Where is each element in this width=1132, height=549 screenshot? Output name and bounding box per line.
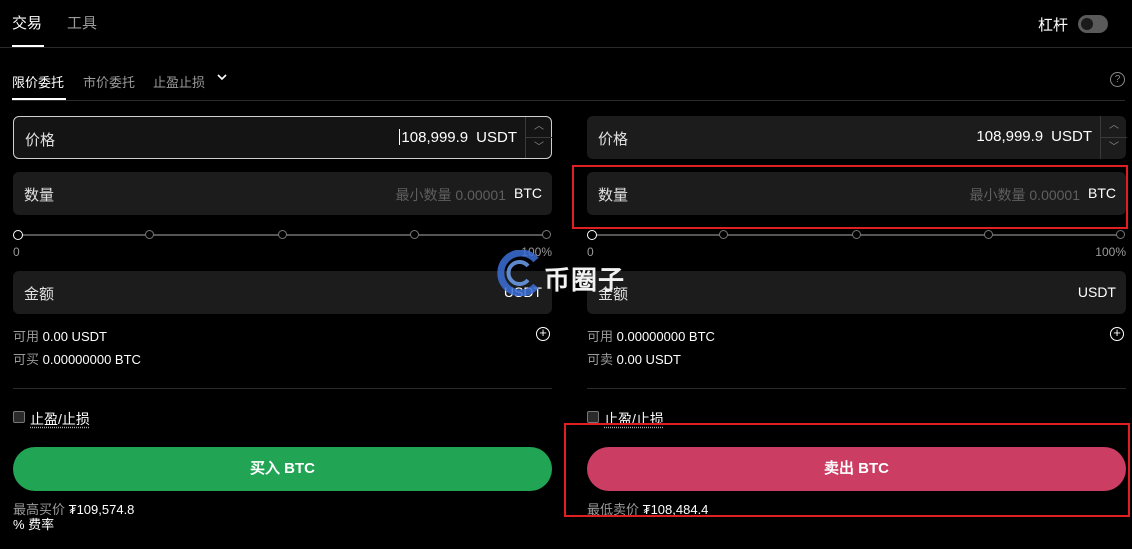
sell-price-field[interactable]: 价格 108,999.9 USDT ︿ ﹀: [587, 116, 1127, 160]
chevron-up-icon[interactable]: ︿: [526, 117, 552, 138]
buy-tpsl-option[interactable]: 止盈/止损: [13, 409, 552, 429]
chevron-up-icon[interactable]: ︿: [1101, 116, 1127, 138]
max-sell-label: 可卖: [587, 352, 614, 367]
price-label: 价格: [25, 132, 56, 149]
chevron-down-icon[interactable]: ﹀: [1101, 138, 1127, 160]
leverage-label: 杠杆: [1038, 17, 1069, 34]
tpsl-checkbox[interactable]: [587, 411, 599, 423]
best-buy-price-value: ₮109,574.8: [68, 502, 135, 517]
buy-quantity-slider[interactable]: 0 100%: [13, 225, 552, 265]
quantity-label: 数量: [24, 187, 55, 204]
quantity-placeholder: 最小数量 0.00001: [395, 187, 507, 203]
slider-step-100[interactable]: [542, 230, 551, 239]
max-buy-value: 0.00000000 BTC: [42, 352, 141, 367]
price-label: 价格: [598, 131, 629, 148]
slider-step-50[interactable]: [278, 230, 287, 239]
quantity-unit: BTC: [514, 185, 542, 201]
order-type-tabs: 限价委托 市价委托 止盈止损 ?: [0, 60, 1132, 102]
add-funds-icon[interactable]: +: [536, 326, 550, 341]
sell-amount-field[interactable]: 金额 USDT: [587, 271, 1126, 314]
watermark: 币圈子: [492, 249, 642, 297]
available-balance: 可用 0.00 USDT: [13, 326, 107, 345]
slider-step-25[interactable]: [719, 230, 728, 239]
tab-trade[interactable]: 交易: [12, 12, 42, 33]
slider-handle[interactable]: [587, 230, 597, 240]
slider-step-50[interactable]: [852, 230, 861, 239]
price-unit: USDT: [476, 129, 517, 146]
tab-market-order[interactable]: 市价委托: [83, 72, 135, 91]
price-stepper[interactable]: ︿ ﹀: [1100, 116, 1127, 160]
add-funds-icon[interactable]: +: [1110, 326, 1124, 341]
available-balance: 可用 0.00000000 BTC: [587, 326, 715, 345]
max-sell: 可卖 0.00 USDT: [587, 349, 681, 368]
tab-tpsl-order[interactable]: 止盈止损: [153, 72, 205, 91]
highlight-box-sell: [564, 423, 1130, 517]
best-buy-price: 最高买价 ₮109,574.8: [13, 499, 552, 518]
slider-step-100[interactable]: [1116, 230, 1125, 239]
watermark-text: 币圈子: [544, 265, 626, 295]
tab-tools[interactable]: 工具: [67, 12, 97, 33]
amount-unit: USDT: [1077, 284, 1116, 300]
toggle-knob: [1081, 18, 1093, 30]
max-buy: 可买 0.00000000 BTC: [13, 349, 141, 368]
buy-btc-button[interactable]: 买入 BTC: [13, 447, 552, 491]
active-tab-indicator: [12, 45, 44, 47]
buy-quantity-field[interactable]: 数量 最小数量 0.00001 BTC: [13, 172, 552, 215]
slider-step-75[interactable]: [410, 230, 419, 239]
buy-amount-field[interactable]: 金额 USDT: [13, 271, 552, 314]
tpsl-checkbox[interactable]: [13, 411, 25, 423]
price-stepper[interactable]: ︿ ﹀: [525, 117, 552, 159]
available-value: 0.00 USDT: [42, 329, 107, 344]
buy-price-value[interactable]: 108,999.9 USDT: [399, 129, 517, 146]
available-label: 可用: [587, 329, 614, 344]
help-icon[interactable]: ?: [1110, 72, 1125, 87]
fee-rate-link[interactable]: % 费率: [13, 514, 54, 533]
slider-step-75[interactable]: [984, 230, 993, 239]
buy-panel: 价格 108,999.9 USDT ︿ ﹀ 数量 最小数量 0.00001 BTC…: [13, 116, 552, 518]
divider: [13, 388, 552, 389]
buy-price-field[interactable]: 价格 108,999.9 USDT ︿ ﹀: [13, 116, 552, 159]
available-value: 0.00000000 BTC: [616, 329, 715, 344]
price-unit: USDT: [1051, 128, 1092, 145]
buy-balance-info: 可用 0.00 USDT 可买 0.00000000 BTC +: [13, 326, 552, 372]
max-buy-label: 可买: [13, 352, 40, 367]
sell-balance-info: 可用 0.00000000 BTC 可卖 0.00 USDT +: [587, 326, 1126, 372]
tpsl-label[interactable]: 止盈/止损: [30, 409, 90, 429]
slider-handle[interactable]: [13, 230, 23, 240]
sell-quantity-slider[interactable]: 0 100%: [587, 225, 1126, 265]
highlight-box-quantity: [572, 165, 1128, 229]
price-value: 108,999.9: [401, 129, 469, 146]
chevron-down-icon[interactable]: [216, 71, 228, 83]
divider: [12, 100, 1125, 101]
active-subtab-indicator: [12, 98, 66, 100]
tab-limit-order[interactable]: 限价委托: [12, 72, 64, 91]
divider: [587, 388, 1126, 389]
top-tab-bar: 交易 工具 杠杆: [0, 0, 1132, 48]
max-sell-value: 0.00 USDT: [616, 352, 681, 367]
chevron-down-icon[interactable]: ﹀: [526, 138, 552, 159]
sell-price-value[interactable]: 108,999.9 USDT: [976, 128, 1092, 145]
slider-max-label: 100%: [1095, 245, 1126, 259]
price-value: 108,999.9: [976, 128, 1044, 145]
slider-step-25[interactable]: [145, 230, 154, 239]
available-label: 可用: [13, 329, 40, 344]
amount-label: 金额: [24, 286, 55, 303]
watermark-logo-icon: [497, 249, 539, 297]
leverage-toggle[interactable]: [1078, 15, 1108, 33]
slider-min-label: 0: [13, 245, 20, 259]
